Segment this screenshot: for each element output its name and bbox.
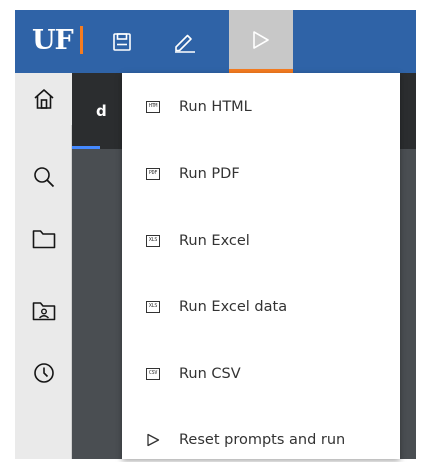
menu-item-reset-prompts-run[interactable]: Reset prompts and run bbox=[122, 418, 400, 462]
html-file-icon: HTM bbox=[146, 101, 160, 113]
menu-item-run-html[interactable]: HTM Run HTML bbox=[122, 85, 400, 129]
menu-item-run-pdf[interactable]: PDF Run PDF bbox=[122, 152, 400, 196]
logo-accent-bar bbox=[79, 26, 83, 54]
folder-icon bbox=[32, 230, 55, 249]
active-tab-indicator bbox=[72, 146, 100, 149]
menu-item-label: Run CSV bbox=[179, 366, 241, 382]
pencil-icon bbox=[175, 34, 195, 53]
menu-item-run-excel[interactable]: XLS Run Excel bbox=[122, 219, 400, 263]
menu-item-label: Reset prompts and run bbox=[179, 432, 346, 448]
menu-item-run-excel-data[interactable]: XLS Run Excel data bbox=[122, 285, 400, 329]
report-tab-label[interactable]: d bbox=[96, 102, 107, 120]
home-icon bbox=[33, 89, 54, 109]
sidebar-item-search[interactable] bbox=[15, 151, 72, 203]
pdf-file-icon: PDF bbox=[146, 168, 160, 180]
team-folder-icon bbox=[32, 302, 55, 321]
play-icon bbox=[253, 30, 269, 49]
xls-file-icon: XLS bbox=[146, 301, 160, 313]
sidebar-item-home[interactable] bbox=[15, 73, 72, 125]
menu-item-label: Run Excel bbox=[179, 233, 250, 249]
menu-item-label: Run HTML bbox=[179, 99, 252, 115]
uf-logo[interactable]: UF bbox=[32, 24, 83, 56]
edit-button[interactable] bbox=[155, 10, 215, 73]
xls-file-icon: XLS bbox=[146, 235, 160, 247]
play-icon bbox=[147, 433, 160, 447]
sidebar-item-team[interactable] bbox=[15, 285, 72, 337]
sidebar-item-content[interactable] bbox=[15, 213, 72, 265]
csv-file-icon: CSV bbox=[146, 368, 160, 380]
run-button[interactable] bbox=[229, 10, 293, 73]
logo-text: UF bbox=[32, 24, 74, 56]
sidebar-item-recent[interactable] bbox=[15, 347, 72, 399]
save-button[interactable] bbox=[95, 10, 149, 73]
menu-item-run-csv[interactable]: CSV Run CSV bbox=[122, 352, 400, 396]
run-options-menu: HTM Run HTML PDF Run PDF XLS Run Excel X… bbox=[122, 73, 400, 459]
app-header: UF bbox=[15, 10, 416, 73]
menu-item-label: Run PDF bbox=[179, 166, 240, 182]
search-icon bbox=[33, 167, 54, 188]
floppy-disk-icon bbox=[113, 32, 131, 51]
sidebar bbox=[15, 73, 72, 459]
menu-item-label: Run Excel data bbox=[179, 299, 288, 315]
clock-icon bbox=[33, 363, 54, 383]
